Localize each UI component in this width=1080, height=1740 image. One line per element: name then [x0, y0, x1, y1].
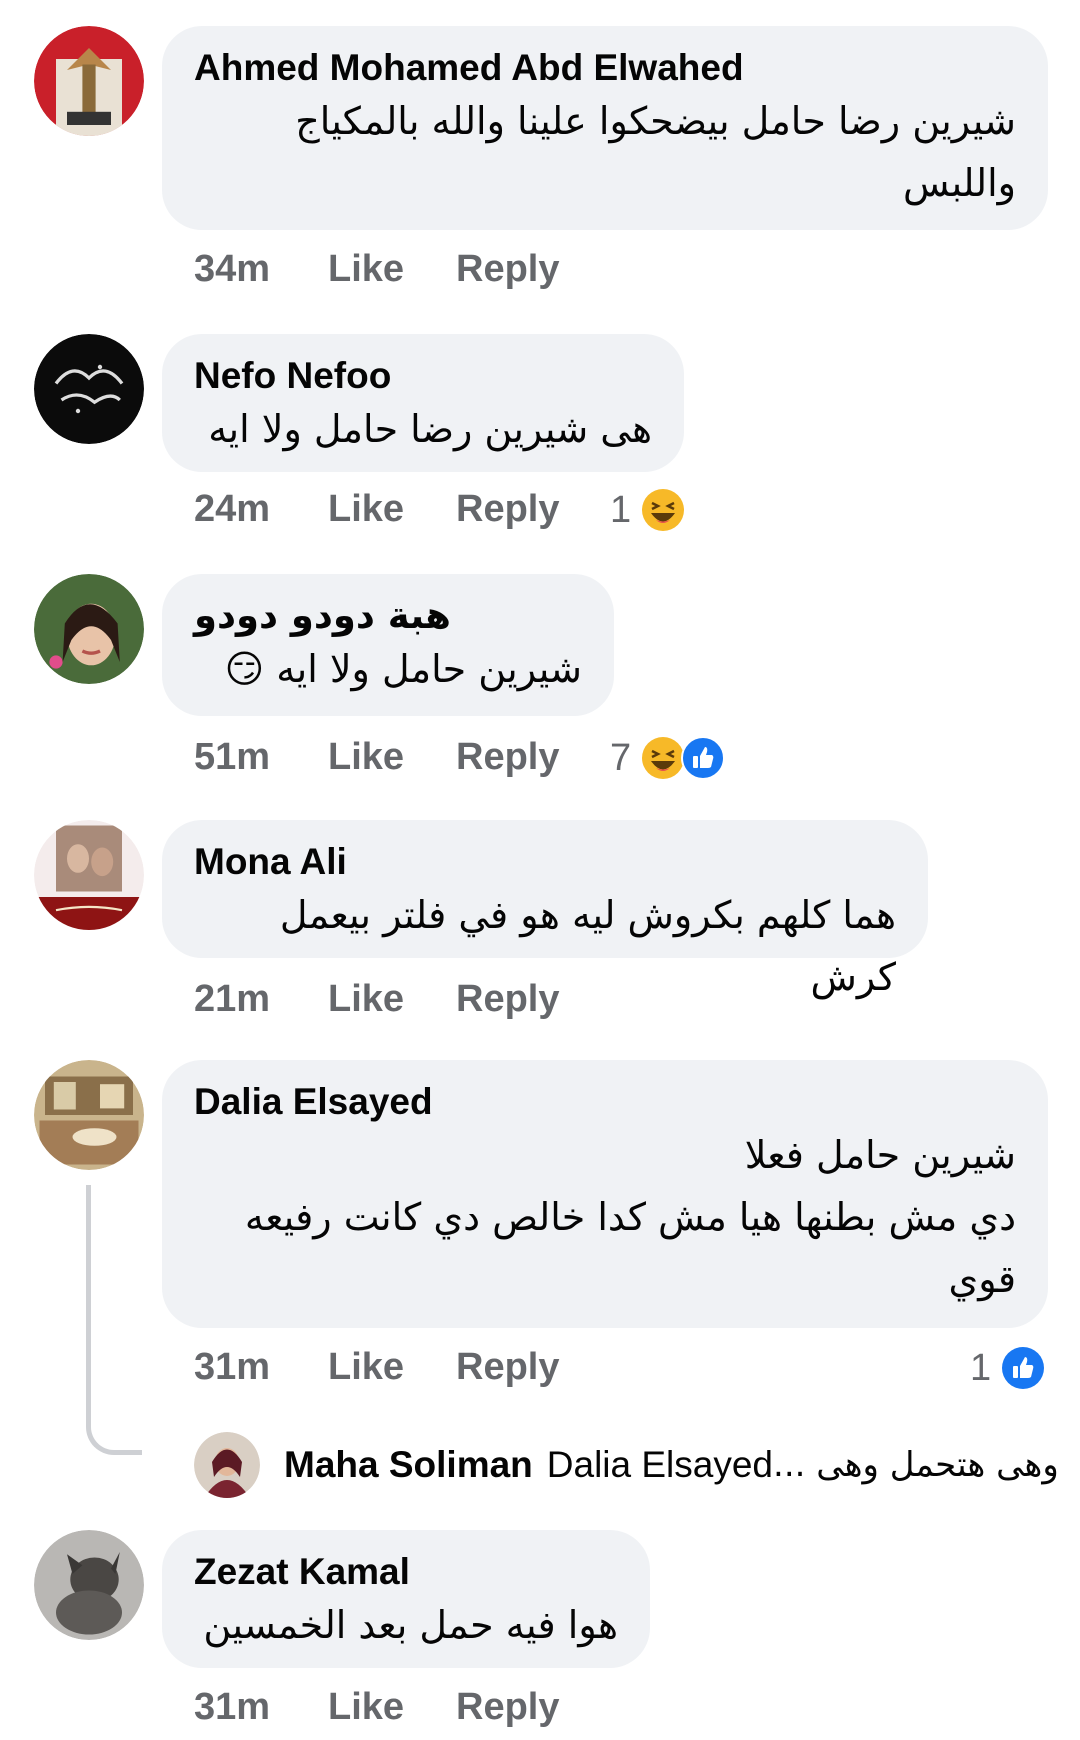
reply-preview-text: وهى هتحمل وهى ...	[773, 1445, 1059, 1485]
comment-bubble: هبة دودو دودو شيرين حامل ولا ايه 😏	[162, 574, 614, 716]
like-button[interactable]: Like	[328, 248, 456, 291]
like-icon	[1001, 1346, 1045, 1390]
reaction-summary[interactable]: 7	[610, 736, 726, 780]
reaction-count: 1	[970, 1346, 992, 1389]
reply-preview[interactable]: Maha Soliman Dalia Elsayed وهى هتحمل وهى…	[194, 1430, 1059, 1500]
comment-bubble: Mona Ali هما كلهم بكروش ليه هو في فلتر ب…	[162, 820, 928, 999]
comment-actions: 31m Like Reply	[194, 1346, 610, 1389]
comment-time[interactable]: 24m	[194, 488, 328, 531]
reaction-summary[interactable]: 1	[610, 488, 685, 532]
comment-actions: 31m Like Reply	[194, 1686, 610, 1729]
comment-text: شيرين رضا حامل بيضحكوا علينا والله بالمك…	[295, 99, 1016, 143]
reply-button[interactable]: Reply	[456, 488, 610, 531]
commenter-name[interactable]: Mona Ali	[194, 840, 896, 884]
reaction-count: 1	[610, 488, 632, 531]
reaction-summary[interactable]: 1	[970, 1346, 1045, 1390]
comment-actions: 24m Like Reply	[194, 488, 610, 531]
like-button[interactable]: Like	[328, 736, 456, 779]
avatar[interactable]	[194, 1432, 260, 1498]
comment-time[interactable]: 51m	[194, 736, 328, 779]
reply-button[interactable]: Reply	[456, 248, 610, 291]
avatar[interactable]	[34, 574, 144, 684]
avatar[interactable]	[34, 820, 144, 930]
like-button[interactable]: Like	[328, 488, 456, 531]
comment-bubble: Dalia Elsayed شيرين حامل فعلا دي مش بطنه…	[162, 1060, 1048, 1328]
comment-text: هوا فيه حمل بعد الخمسين	[203, 1603, 618, 1647]
comment-text: شيرين حامل ولا ايه 😏	[224, 647, 582, 691]
comment-bubble: Nefo Nefoo هى شيرين رضا حامل ولا ايه	[162, 334, 684, 472]
commenter-name[interactable]: Ahmed Mohamed Abd Elwahed	[194, 46, 1016, 90]
laugh-icon	[641, 488, 685, 532]
commenter-name[interactable]: Nefo Nefoo	[194, 354, 652, 398]
comment-text: هى شيرين رضا حامل ولا ايه	[208, 407, 652, 451]
like-button[interactable]: Like	[328, 978, 456, 1021]
laugh-icon	[641, 736, 685, 780]
reply-mention[interactable]: Dalia Elsayed	[547, 1444, 773, 1486]
avatar[interactable]	[34, 334, 144, 444]
comment-actions: 51m Like Reply	[194, 736, 610, 779]
reply-button[interactable]: Reply	[456, 736, 610, 779]
comment-bubble: Ahmed Mohamed Abd Elwahed شيرين رضا حامل…	[162, 26, 1048, 230]
comment-actions: 34m Like Reply	[194, 248, 610, 291]
like-button[interactable]: Like	[328, 1346, 456, 1389]
reaction-count: 7	[610, 736, 632, 779]
commenter-name[interactable]: هبة دودو دودو	[194, 594, 582, 638]
commenter-name[interactable]: Zezat Kamal	[194, 1550, 618, 1594]
reply-button[interactable]: Reply	[456, 1686, 610, 1729]
avatar[interactable]	[34, 1060, 144, 1170]
comment-text: قوي	[948, 1257, 1016, 1301]
comment-time[interactable]: 21m	[194, 978, 328, 1021]
comment-text: شيرين حامل فعلا	[744, 1133, 1016, 1177]
comment-text: دي مش بطنها هيا مش كدا خالص دي كانت رفيع…	[244, 1195, 1016, 1239]
comment-actions: 21m Like Reply	[194, 978, 610, 1021]
comment-time[interactable]: 31m	[194, 1346, 328, 1389]
commenter-name[interactable]: Dalia Elsayed	[194, 1080, 1016, 1124]
reply-author-name[interactable]: Maha Soliman	[284, 1444, 533, 1486]
reply-button[interactable]: Reply	[456, 1346, 610, 1389]
comment-time[interactable]: 34m	[194, 248, 328, 291]
comment-text: واللبس	[903, 161, 1016, 205]
avatar[interactable]	[34, 26, 144, 136]
like-button[interactable]: Like	[328, 1686, 456, 1729]
reply-thread-line	[86, 1185, 142, 1455]
avatar[interactable]	[34, 1530, 144, 1640]
reply-button[interactable]: Reply	[456, 978, 610, 1021]
like-icon	[681, 736, 726, 780]
comment-time[interactable]: 31m	[194, 1686, 328, 1729]
comment-bubble: Zezat Kamal هوا فيه حمل بعد الخمسين	[162, 1530, 650, 1668]
